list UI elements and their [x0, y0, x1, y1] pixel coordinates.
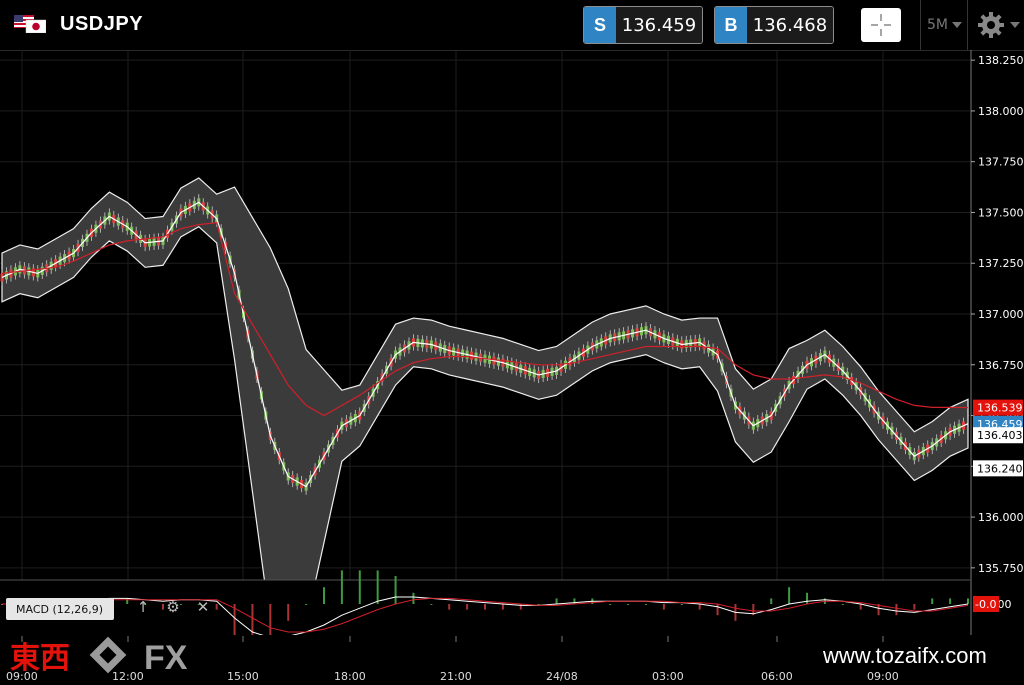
gear-icon[interactable]	[976, 10, 1006, 40]
price-tick-label: 137.750	[978, 156, 1024, 169]
macd-histogram-bar	[340, 570, 343, 604]
indicator-settings-icon[interactable]: ⚙	[164, 596, 182, 618]
move-up-icon[interactable]: ↑	[134, 596, 152, 618]
price-axis: 138.250 138.000 137.750 137.500 137.250 137.0…	[970, 50, 1024, 635]
currency-pair-flags-icon	[14, 15, 46, 33]
sell-button[interactable]: S 136.459	[583, 6, 703, 44]
macd-histogram-bar	[716, 604, 719, 616]
macd-histogram-bar	[323, 587, 325, 604]
time-tick-label: 21:00	[440, 670, 472, 683]
macd-histogram-bar	[466, 604, 469, 610]
price-tick-label: 137.000	[978, 308, 1024, 321]
macd-histogram-bar	[412, 592, 415, 604]
price-marker-label: 136.240	[977, 462, 1023, 475]
chart-header: USDJPY S 136.459 B 136.468 5M	[0, 0, 1024, 51]
price-tick-label: 136.750	[978, 359, 1024, 372]
sell-tag: S	[584, 7, 616, 43]
macd-histogram-bar	[967, 598, 969, 604]
price-marker-label: 136.539	[977, 402, 1023, 415]
macd-histogram-bar	[376, 570, 379, 604]
macd-histogram-bar	[448, 604, 451, 610]
price-chart[interactable]: 138.250 138.000 137.750 137.500 137.250 137.0…	[0, 50, 1024, 685]
price-markers: 136.539136.459136.403136.240	[973, 399, 1023, 477]
timeframe-selector[interactable]: 5M	[920, 0, 968, 50]
macd-histogram-bar	[215, 604, 218, 610]
macd-histogram-bar	[841, 604, 844, 605]
macd-histogram-bar	[859, 604, 862, 610]
buy-tag: B	[715, 7, 747, 43]
close-icon[interactable]: ✕	[194, 596, 212, 618]
macd-histogram-bar	[645, 604, 647, 605]
macd-histogram-bar	[806, 592, 808, 604]
macd-histogram-bar	[627, 604, 630, 605]
macd-histogram-bar	[394, 576, 397, 604]
macd-legend[interactable]: MACD (12,26,9)	[6, 598, 114, 620]
price-tick-label: 137.500	[978, 206, 1024, 219]
macd-histogram-bar	[126, 598, 129, 604]
macd-histogram-bar	[680, 604, 683, 605]
macd-histogram-bar	[484, 604, 486, 610]
price-tick-label: 138.000	[978, 105, 1024, 118]
macd-histogram-bar	[358, 570, 361, 604]
macd-histogram-bar	[698, 604, 701, 610]
macd-histogram-bar	[949, 598, 952, 604]
time-tick-label: 15:00	[227, 670, 259, 683]
time-tick-label: 18:00	[334, 670, 366, 683]
price-marker: 136.539	[973, 399, 1023, 416]
price-tick-label: 137.250	[978, 257, 1024, 270]
price-tick-label: 136.000	[978, 511, 1024, 524]
macd-histogram-bar	[662, 604, 665, 610]
crosshair-button[interactable]	[861, 8, 901, 42]
macd-marker-label: -0.0	[975, 598, 996, 611]
price-tick-label: 138.250	[978, 54, 1024, 67]
buy-button[interactable]: B 136.468	[714, 6, 834, 44]
macd-histogram-bar	[770, 598, 773, 604]
macd-histogram-bar	[913, 604, 916, 610]
time-tick-label: 24/08	[546, 670, 578, 683]
macd-marker: -0.0	[973, 596, 999, 612]
price-marker-label: 136.403	[977, 429, 1023, 442]
crosshair-icon	[871, 14, 891, 36]
time-tick-label: 09:00	[867, 670, 899, 683]
symbol-title: USDJPY	[60, 13, 144, 35]
tozaifx-logo: 東西 FX	[10, 636, 188, 677]
macd-histogram-bar	[573, 598, 576, 604]
logo-kanji: 東西	[10, 641, 70, 676]
macd-histogram-bar	[305, 604, 308, 605]
price-marker: 136.403	[973, 427, 1023, 444]
time-tick-label: 03:00	[652, 670, 684, 683]
price-tick-label: 135.750	[978, 562, 1024, 575]
macd-histogram-bar	[555, 598, 558, 604]
macd-histogram-bar	[788, 587, 791, 604]
macd-histogram-bar	[287, 604, 290, 621]
logo-fx: FX	[144, 639, 188, 677]
macd-histogram-bar	[895, 604, 898, 616]
time-tick-label: 06:00	[761, 670, 793, 683]
watermark-url: www.tozaifx.com	[823, 643, 987, 668]
price-marker: 136.240	[973, 460, 1023, 477]
macd-histogram-bar	[501, 604, 504, 610]
macd-histogram-bar	[430, 604, 433, 605]
japan-flag-icon	[25, 19, 46, 33]
settings-chevron-down-icon	[1010, 22, 1020, 28]
macd-histogram-bar	[931, 598, 934, 604]
macd-histogram-bar	[519, 604, 522, 610]
macd-tools: ↑ ⚙ ✕	[134, 596, 212, 618]
timeframe-label: 5M	[927, 17, 948, 33]
sell-price: 136.459	[616, 7, 702, 43]
macd-histogram-bar	[609, 604, 612, 605]
chevron-down-icon	[952, 22, 962, 28]
buy-price: 136.468	[747, 7, 833, 43]
